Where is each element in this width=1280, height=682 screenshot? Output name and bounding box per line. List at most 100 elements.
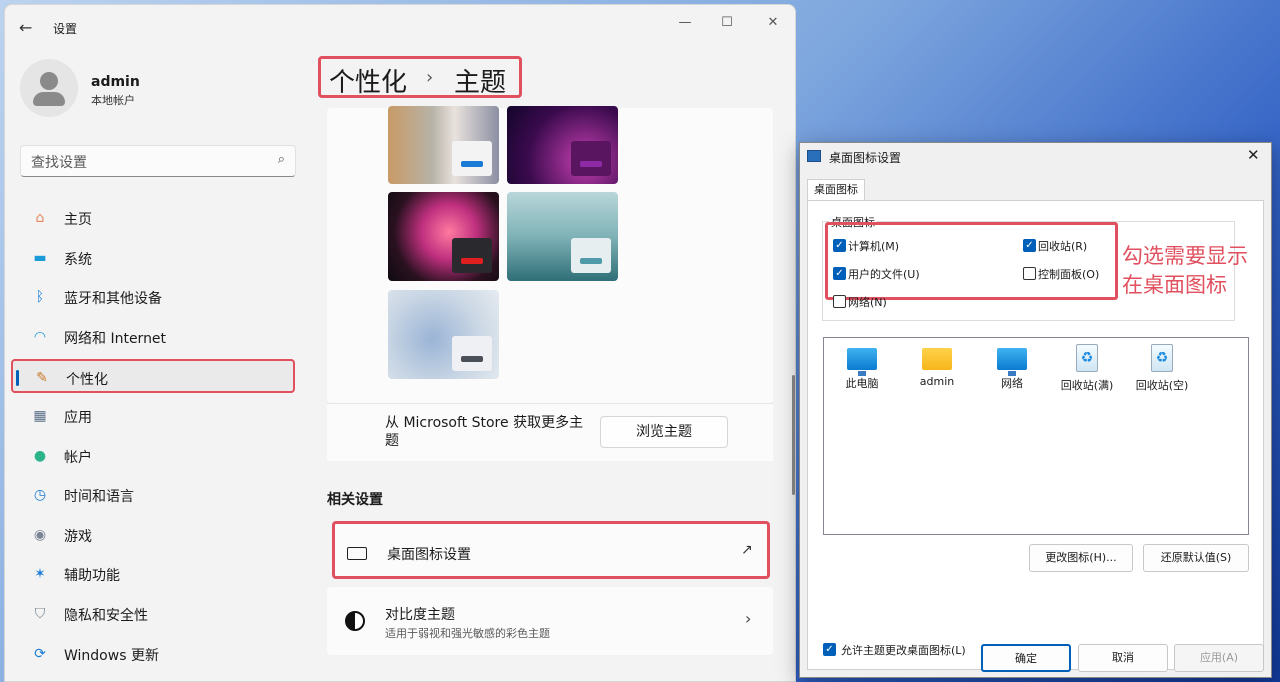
this-pc-icon: [847, 348, 877, 376]
desktop-icon-settings-link[interactable]: 桌面图标设置 ↗: [332, 521, 770, 579]
bluetooth-icon: ᛒ: [35, 289, 45, 306]
change-icon-button[interactable]: 更改图标(H)...: [1029, 544, 1133, 572]
tab-desktop-icons[interactable]: 桌面图标: [807, 179, 865, 201]
maximize-button[interactable]: ☐: [705, 9, 749, 37]
breadcrumb-parent[interactable]: 个性化: [329, 62, 407, 99]
dialog-title: 桌面图标设置: [829, 151, 902, 165]
sidebar-item-label: 网络和 Internet: [64, 330, 167, 347]
cancel-button[interactable]: 取消: [1078, 644, 1168, 672]
globe-clock-icon: ◷: [33, 487, 47, 504]
gamepad-icon: ◉: [33, 526, 47, 543]
breadcrumb-separator: ›: [426, 67, 434, 88]
sidebar-item-apps[interactable]: ▦ 应用: [11, 399, 295, 433]
related-settings-heading: 相关设置: [327, 492, 383, 508]
annotation-line-1: 勾选需要显示: [1122, 244, 1248, 268]
selection-indicator: [16, 370, 19, 387]
sidebar-item-home[interactable]: ⌂ 主页: [11, 201, 295, 235]
sidebar-item-label: 系统: [64, 251, 92, 268]
checkbox-label: 回收站(R): [1038, 240, 1088, 253]
themes-gallery: [327, 106, 773, 403]
highlight-box: [825, 222, 1118, 300]
update-icon: ⟳: [34, 645, 46, 662]
theme-thumbnail[interactable]: [388, 290, 499, 379]
back-arrow-icon[interactable]: ←: [19, 19, 37, 37]
sidebar-item-label: 辅助功能: [64, 568, 120, 585]
recycle-bin-empty-icon: ♻: [1151, 344, 1173, 372]
scrollbar[interactable]: [792, 375, 795, 495]
sidebar-item-wifi[interactable]: ◠ 网络和 Internet: [11, 320, 295, 354]
sidebar-item-update[interactable]: ⟳ Windows 更新: [11, 637, 295, 671]
breadcrumb: 个性化 › 主题: [318, 56, 522, 98]
desktop-icon-item[interactable]: 此电脑: [826, 344, 898, 391]
desktop-icon-item[interactable]: admin: [901, 344, 973, 388]
contrast-subtitle: 适用于弱视和强光敏感的彩色主题: [385, 627, 550, 640]
search-input[interactable]: 查找设置 ⌕: [20, 145, 296, 177]
network-icon: [997, 348, 1027, 376]
sidebar-item-brush[interactable]: ✎ 个性化: [11, 359, 295, 394]
allow-themes-label: 允许主题更改桌面图标(L): [841, 644, 966, 657]
desktop-icon-label: 此电脑: [845, 377, 879, 390]
desktop-icon-checkbox[interactable]: [1023, 267, 1036, 280]
close-button[interactable]: ✕: [751, 9, 795, 37]
sidebar-item-label: Windows 更新: [64, 647, 159, 664]
theme-thumbnail[interactable]: [507, 106, 618, 184]
desktop-icon-label: 网络: [1001, 377, 1023, 390]
desktop-icon-checkbox[interactable]: ✓: [1023, 239, 1036, 252]
desktop-icon-label: admin: [919, 375, 955, 388]
desktop-icon-settings-label: 桌面图标设置: [387, 547, 471, 563]
close-icon[interactable]: ✕: [1247, 146, 1260, 164]
desktop-icon-item[interactable]: ♻ 回收站(满): [1051, 344, 1123, 393]
icon-list[interactable]: 此电脑 admin 网络 ♻ 回收站(满) ♻ 回收站(空): [823, 337, 1249, 535]
sidebar-item-account[interactable]: ● 帐户: [11, 439, 295, 473]
desktop-icon-checkbox[interactable]: [833, 295, 846, 308]
sidebar-item-label: 时间和语言: [64, 489, 134, 506]
desktop-icon-item[interactable]: ♻ 回收站(空): [1126, 344, 1198, 393]
account-icon: ●: [33, 447, 47, 464]
desktop-icon-settings-dialog: 桌面图标设置 ✕ 桌面图标 桌面图标 ✓ 计算机(M) ✓ 回收站(R) ✓ 用户的文件(…: [799, 142, 1272, 678]
checkbox-label: 网络(N): [848, 296, 887, 309]
sidebar-item-system[interactable]: ▬ 系统: [11, 241, 295, 275]
store-card: 从 Microsoft Store 获取更多主题 浏览主题: [327, 403, 773, 461]
avatar[interactable]: [20, 59, 78, 117]
sidebar-item-label: 应用: [64, 410, 92, 426]
theme-thumbnail[interactable]: [507, 192, 618, 281]
desktop-icon-checkbox[interactable]: ✓: [833, 267, 846, 280]
apps-icon: ▦: [33, 408, 47, 424]
sidebar-item-bluetooth[interactable]: ᛒ 蓝牙和其他设备: [11, 280, 295, 314]
apply-button[interactable]: 应用(A): [1174, 644, 1264, 672]
contrast-themes-link[interactable]: 对比度主题 适用于弱视和强光敏感的彩色主题 ›: [327, 587, 773, 655]
annotation-line-2: 在桌面图标: [1122, 273, 1227, 297]
sidebar-item-label: 隐私和安全性: [64, 608, 148, 624]
sidebar-item-label: 个性化: [66, 372, 108, 389]
theme-thumbnail[interactable]: [388, 106, 499, 184]
search-icon: ⌕: [277, 152, 285, 167]
wifi-icon: ◠: [33, 328, 47, 345]
contrast-title: 对比度主题: [385, 607, 455, 623]
sidebar-item-label: 帐户: [64, 449, 92, 466]
sidebar-item-label: 主页: [64, 212, 92, 228]
desktop-icon-label: 回收站(空): [1135, 379, 1189, 392]
checkbox-label: 控制面板(O): [1038, 268, 1100, 281]
desktop-icon-item[interactable]: 网络: [976, 344, 1048, 391]
sidebar-item-shield[interactable]: ⛉ 隐私和安全性: [11, 597, 295, 631]
theme-thumbnail[interactable]: [388, 192, 499, 281]
folder-icon: [922, 348, 952, 370]
sidebar-item-globe-clock[interactable]: ◷ 时间和语言: [11, 478, 295, 512]
system-icon: ▬: [33, 249, 47, 266]
allow-themes-checkbox[interactable]: ✓: [823, 643, 836, 656]
search-placeholder: 查找设置: [31, 155, 87, 171]
sidebar-item-gamepad[interactable]: ◉ 游戏: [11, 518, 295, 552]
store-text: 从 Microsoft Store 获取更多主题: [385, 415, 584, 449]
sidebar-item-accessibility[interactable]: ✶ 辅助功能: [11, 557, 295, 591]
recycle-bin-full-icon: ♻: [1076, 344, 1098, 372]
monitor-icon: [347, 547, 367, 560]
ok-button[interactable]: 确定: [981, 644, 1071, 672]
accessibility-icon: ✶: [34, 566, 46, 583]
external-link-icon: ↗: [741, 542, 753, 558]
minimize-button[interactable]: —: [663, 9, 707, 37]
restore-default-button[interactable]: 还原默认值(S): [1143, 544, 1249, 572]
browse-themes-button[interactable]: 浏览主题: [600, 416, 728, 448]
checkbox-label: 用户的文件(U): [848, 268, 920, 281]
desktop-icon-checkbox[interactable]: ✓: [833, 239, 846, 252]
shield-icon: ⛉: [34, 606, 46, 622]
